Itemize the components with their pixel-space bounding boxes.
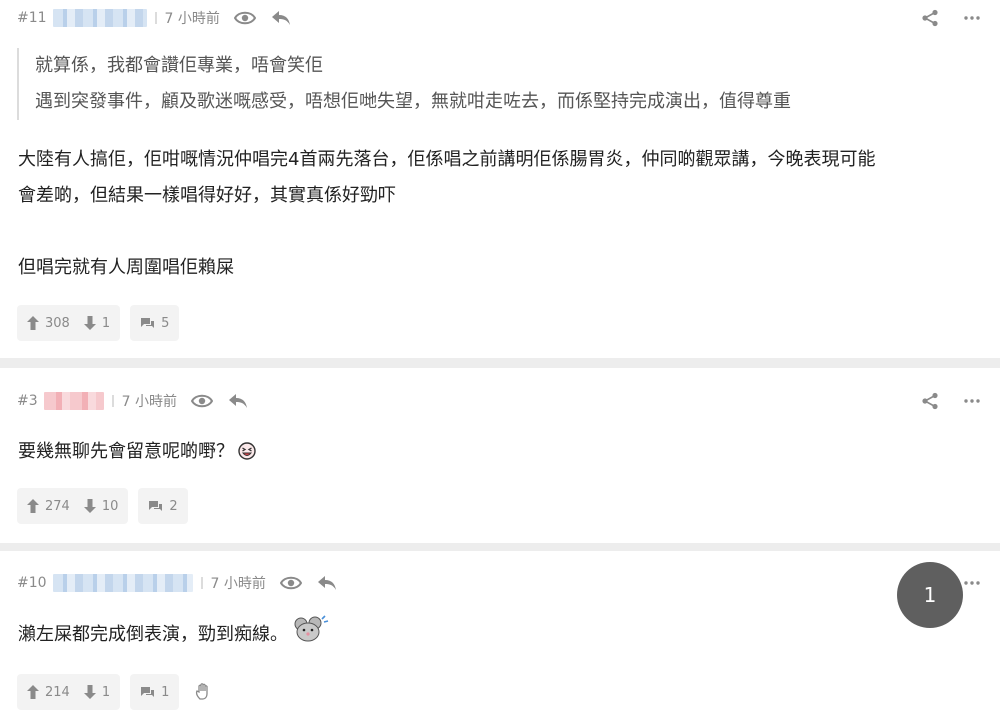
username-blurred[interactable]	[43, 392, 104, 410]
body-line: 但唱完就有人周圍唱佢賴屎	[18, 257, 234, 278]
thumb-up-arrow-icon	[27, 685, 39, 699]
laughing-emoji-icon	[238, 437, 256, 473]
upvote-count: 308	[45, 315, 70, 331]
post-time: 7 小時前	[164, 11, 220, 27]
eye-icon[interactable]	[279, 573, 302, 593]
thread: #11 7 小時前 就算係，我都會讚佢專業，唔會笑佢 遇到突發事件，顧及歌迷嘅感…	[0, 0, 1000, 710]
downvote-count: 10	[101, 498, 119, 514]
body-line: 大陸有人搞佢，佢咁嘅情況仲唱完4首兩先落台，佢係唱之前講明佢係腸胃炎，仲同啲觀眾…	[18, 149, 876, 170]
post-time: 7 小時前	[210, 576, 266, 592]
floor-number: #3	[17, 393, 38, 409]
page-number: 1	[923, 583, 937, 607]
comments-button[interactable]: 2	[138, 488, 188, 524]
vote-pill: 308 1	[17, 305, 121, 341]
comment-bubble-icon	[141, 317, 155, 328]
vote-pill: 214 1	[17, 674, 121, 710]
mouse-sticker-icon	[292, 615, 330, 656]
comments-button[interactable]: 1	[130, 674, 180, 710]
upvote-button[interactable]: 214	[27, 685, 70, 700]
divider	[111, 395, 114, 407]
vote-pill: 274 10	[17, 488, 129, 524]
username-blurred[interactable]	[52, 574, 193, 592]
reply-arrow-icon[interactable]	[270, 8, 292, 28]
floor-number: #10	[17, 575, 47, 591]
post-body: 大陸有人搞佢，佢咁嘅情況仲唱完4首兩先落台，佢係唱之前講明佢係腸胃炎，仲同啲觀眾…	[18, 142, 982, 286]
share-icon[interactable]	[918, 391, 942, 411]
vote-row: 274 10 2	[17, 488, 198, 524]
downvote-count: 1	[101, 315, 111, 331]
upvote-button[interactable]: 308	[27, 316, 70, 331]
upvote-count: 214	[45, 684, 70, 700]
downvote-button[interactable]: 1	[83, 684, 111, 700]
post-separator	[0, 358, 1000, 368]
upvote-button[interactable]: 274	[27, 499, 70, 514]
post-actions	[900, 8, 984, 28]
post-meta: #3 7 小時前	[17, 391, 263, 411]
post-3: #3 7 小時前 要幾無聊先會留意呢啲嘢？ 274 10 2	[0, 368, 1000, 543]
quote-line: 遇到突發事件，顧及歌迷嘅感受，唔想佢哋失望，無就咁走咗去，而係堅持完成演出，值得…	[35, 91, 791, 112]
post-time: 7 小時前	[121, 394, 177, 410]
reply-arrow-icon[interactable]	[316, 573, 338, 593]
share-icon[interactable]	[918, 8, 942, 28]
comment-bubble-icon	[141, 686, 155, 697]
floor-number: #11	[17, 10, 47, 26]
comment-bubble-icon	[149, 500, 163, 511]
quoted-reply: 就算係，我都會讚佢專業，唔會笑佢 遇到突發事件，顧及歌迷嘅感受，唔想佢哋失望，無…	[17, 48, 791, 120]
post-separator	[0, 543, 1000, 551]
eye-icon[interactable]	[191, 391, 213, 411]
thumb-down-arrow-icon	[83, 499, 96, 513]
reply-count: 2	[169, 498, 178, 514]
post-meta: #11 7 小時前	[17, 8, 306, 28]
page-indicator-button[interactable]: 1	[897, 562, 963, 628]
body-line: 瀨左屎都完成倒表演，勁到痴線。	[18, 615, 982, 656]
post-actions	[900, 391, 984, 411]
thumb-up-arrow-icon	[27, 499, 39, 513]
eye-icon[interactable]	[233, 8, 256, 28]
more-dots-icon[interactable]	[960, 391, 984, 411]
reply-count: 1	[161, 684, 170, 700]
vote-row: 214 1 1	[17, 674, 213, 710]
divider	[200, 577, 203, 589]
body-line: 要幾無聊先會留意呢啲嘢？	[18, 434, 982, 473]
vote-row: 308 1 5	[17, 305, 189, 341]
reply-arrow-icon[interactable]	[227, 391, 249, 411]
body-line	[18, 214, 982, 250]
post-11: #11 7 小時前 就算係，我都會讚佢專業，唔會笑佢 遇到突發事件，顧及歌迷嘅感…	[0, 0, 1000, 358]
reply-count: 5	[161, 315, 170, 331]
more-dots-icon[interactable]	[960, 573, 984, 593]
quote-line: 就算係，我都會讚佢專業，唔會笑佢	[35, 55, 323, 76]
comments-button[interactable]: 5	[130, 305, 180, 341]
body-text: 要幾無聊先會留意呢啲嘢？	[18, 441, 234, 462]
thumb-up-arrow-icon	[27, 316, 39, 330]
post-body: 瀨左屎都完成倒表演，勁到痴線。	[18, 615, 982, 656]
hand-wave-icon[interactable]	[195, 683, 213, 701]
upvote-count: 274	[45, 498, 70, 514]
post-10: #10 7 小時前 瀨左屎都完成倒表演，勁到痴線。 214 1 1	[0, 551, 1000, 710]
divider	[154, 12, 157, 24]
post-body: 要幾無聊先會留意呢啲嘢？	[18, 434, 982, 473]
thumb-down-arrow-icon	[83, 316, 96, 330]
downvote-button[interactable]: 10	[83, 498, 119, 514]
post-meta: #10 7 小時前	[17, 573, 352, 593]
downvote-button[interactable]: 1	[83, 315, 111, 331]
thumb-down-arrow-icon	[83, 685, 96, 699]
downvote-count: 1	[101, 684, 111, 700]
username-blurred[interactable]	[52, 9, 147, 27]
more-dots-icon[interactable]	[960, 8, 984, 28]
body-line: 會差啲，但結果一樣唱得好好，其實真係好勁吓	[18, 185, 396, 206]
body-text: 瀨左屎都完成倒表演，勁到痴線。	[18, 624, 288, 645]
